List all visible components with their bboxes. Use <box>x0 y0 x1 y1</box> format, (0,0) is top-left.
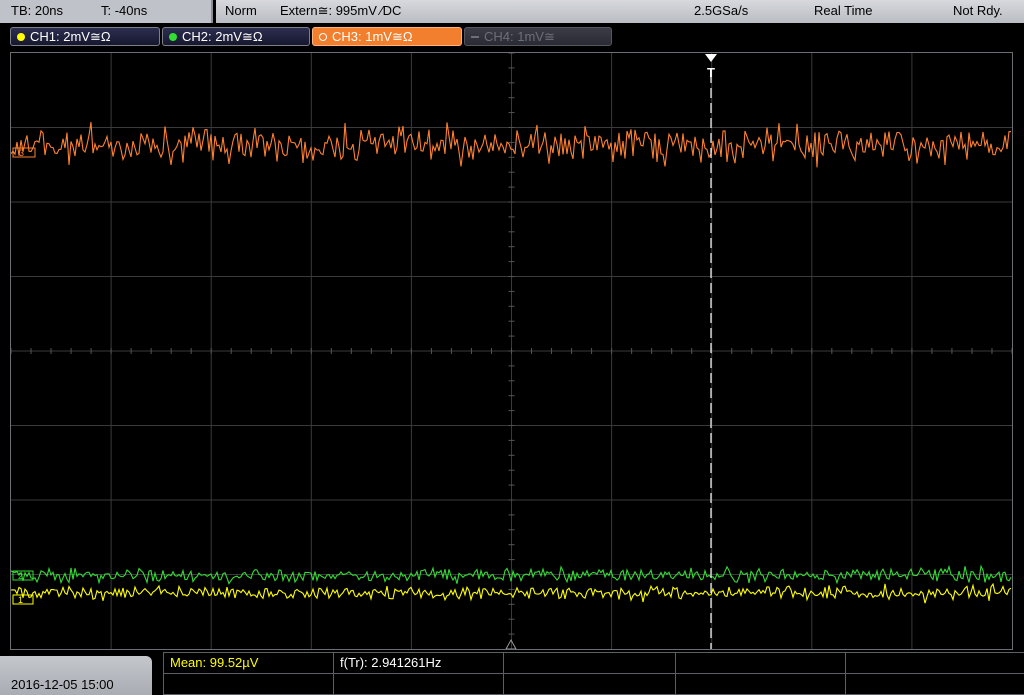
top-status-bar: TB: 20ns T: -40ns Norm Extern≅: 995mV ∕D… <box>0 0 1024 24</box>
channel-tab-bar: CH1: 2mV≅Ω CH2: 2mV≅Ω CH3: 1mV≅Ω CH4: 1m… <box>0 24 1024 50</box>
date-time-box[interactable]: 2016-12-05 15:00 <box>0 656 152 695</box>
channel-2-offset-label: 2 <box>18 571 23 581</box>
measurement-slot-7[interactable] <box>333 674 503 695</box>
channel-3-label: CH3: 1mV≅Ω <box>332 29 413 44</box>
trigger-source-label: Extern≅: 995mV ∕DC <box>280 3 402 18</box>
timebase-label: TB: 20ns <box>11 3 64 18</box>
measurement-frequency-label: f(Tr): 2.941261Hz <box>340 655 442 670</box>
measurement-slot-9[interactable] <box>675 674 845 695</box>
waveform-canvas: T 3 2 1 <box>11 53 1012 649</box>
waveform-display[interactable]: T 3 2 1 <box>10 52 1013 650</box>
measurement-slot-4[interactable] <box>675 653 845 674</box>
tab-channel-3[interactable]: CH3: 1mV≅Ω <box>312 27 462 46</box>
timebase-box[interactable]: TB: 20ns T: -40ns <box>0 0 213 23</box>
acquisition-mode-label: Real Time <box>814 3 873 18</box>
acquisition-status-bar[interactable]: Norm Extern≅: 995mV ∕DC 2.5GSa/s Real Ti… <box>216 0 1024 23</box>
measurement-mean[interactable]: Mean: 99.52µV <box>163 653 333 674</box>
channel-1-offset-marker[interactable]: 1 <box>12 594 34 605</box>
measurement-table: Mean: 99.52µV f(Tr): 2.941261Hz <box>163 652 1024 695</box>
date-time-label: 2016-12-05 15:00 <box>11 677 114 692</box>
measurement-slot-6[interactable] <box>163 674 333 695</box>
measurement-slot-5[interactable] <box>845 653 1024 674</box>
tab-channel-2[interactable]: CH2: 2mV≅Ω <box>162 27 310 46</box>
trigger-position-marker-icon[interactable] <box>705 54 717 62</box>
channel-3-offset-label: 3 <box>19 148 24 158</box>
measurement-frequency[interactable]: f(Tr): 2.941261Hz <box>333 653 503 674</box>
channel-3-indicator-icon <box>319 33 327 41</box>
measurement-slot-3[interactable] <box>503 653 675 674</box>
channel-2-label: CH2: 2mV≅Ω <box>182 29 263 44</box>
channel-4-label: CH4: 1mV≅ <box>484 29 555 44</box>
channel-2-indicator-icon <box>169 33 177 41</box>
sample-rate-label: 2.5GSa/s <box>694 3 749 18</box>
run-state-label: Not Rdy. <box>953 3 1003 18</box>
tab-channel-4[interactable]: CH4: 1mV≅ <box>464 27 612 46</box>
tab-channel-1[interactable]: CH1: 2mV≅Ω <box>10 27 160 46</box>
channel-1-label: CH1: 2mV≅Ω <box>30 29 111 44</box>
channel-1-indicator-icon <box>17 33 25 41</box>
trigger-marker-label: T <box>707 65 715 80</box>
channel-1-offset-label: 1 <box>18 595 23 605</box>
bottom-info-bar: 2016-12-05 15:00 Mean: 99.52µV f(Tr): 2.… <box>0 652 1024 695</box>
measurement-slot-8[interactable] <box>503 674 675 695</box>
channel-4-indicator-icon <box>471 36 479 38</box>
trigger-mode-label: Norm <box>225 3 257 18</box>
measurement-mean-label: Mean: 99.52µV <box>170 655 259 670</box>
measurement-slot-10[interactable] <box>845 674 1024 695</box>
trigger-time-label: T: -40ns <box>101 3 148 18</box>
